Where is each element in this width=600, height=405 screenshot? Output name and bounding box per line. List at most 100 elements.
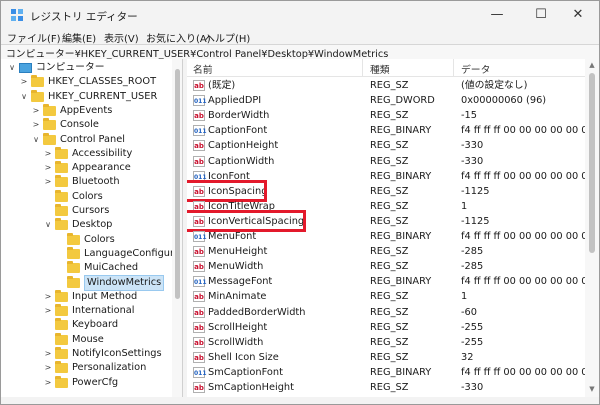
close-button[interactable]: ✕	[557, 1, 599, 29]
expand-chevron-icon[interactable]: >	[19, 75, 29, 89]
folder-icon	[31, 75, 44, 88]
collapse-chevron-icon[interactable]: ∨	[19, 90, 29, 104]
value-row[interactable]: ab MinAnimate REG_SZ 1	[187, 289, 585, 304]
tree-item[interactable]: ∨ HKEY_CURRENT_USER	[1, 89, 172, 104]
tree-item-label: WindowMetrics	[84, 274, 165, 291]
tree-item-label: Desktop	[72, 219, 113, 231]
scroll-down-arrow-icon[interactable]: ▼	[585, 385, 599, 393]
tree-item[interactable]: > Console	[1, 118, 172, 132]
expand-chevron-icon[interactable]: >	[43, 161, 53, 175]
tree-item[interactable]: > HKEY_CLASSES_ROOT	[1, 75, 172, 89]
tree-item[interactable]: > NotifyIconSettings	[1, 347, 172, 361]
collapse-chevron-icon[interactable]: ∨	[31, 133, 41, 147]
value-row[interactable]: ab ScrollWidth REG_SZ -255	[187, 335, 585, 350]
expand-chevron-icon[interactable]: >	[43, 347, 53, 361]
tree-item[interactable]: ∨ Control Panel	[1, 132, 172, 147]
value-data: -60	[461, 306, 478, 318]
tree-scroll-thumb[interactable]	[175, 69, 180, 299]
string-value-icon: ab	[193, 110, 205, 122]
tree-item[interactable]: > Accessibility	[1, 146, 172, 161]
column-header-data[interactable]: データ	[461, 62, 490, 76]
value-row[interactable]: 011 MenuFont REG_BINARY f4 ff ff ff 00 00 0…	[187, 229, 585, 244]
expand-chevron-icon[interactable]: >	[43, 290, 53, 304]
value-row[interactable]: ab MenuWidth REG_SZ -285	[187, 259, 585, 274]
value-row[interactable]: 011 SmCaptionFont REG_BINARY f4 ff ff ff 00…	[187, 365, 585, 380]
tree-item[interactable]: Keyboard	[1, 318, 172, 332]
menu-favorites[interactable]: お気に入り(A)	[146, 30, 211, 45]
string-value-icon: ab	[193, 382, 205, 393]
tree-item[interactable]: ∨ コンピューター	[1, 61, 172, 75]
minimize-button[interactable]: —	[475, 1, 519, 29]
value-name: AppliedDPI	[208, 95, 262, 107]
value-row[interactable]: ab Shell Icon Size REG_SZ 32	[187, 350, 585, 365]
tree-item[interactable]: > AppEvents	[1, 103, 172, 118]
collapse-chevron-icon[interactable]: ∨	[7, 61, 17, 75]
folder-icon	[67, 246, 80, 259]
tree-item[interactable]: > Bluetooth	[1, 175, 172, 189]
title-bar[interactable]: レジストリ エディター — ☐ ✕	[1, 1, 599, 29]
tree-item[interactable]: WindowMetrics	[1, 274, 172, 291]
menu-file[interactable]: ファイル(F)	[7, 30, 61, 45]
value-row[interactable]: ab BorderWidth REG_SZ -15	[187, 108, 585, 123]
expand-chevron-icon[interactable]: >	[43, 147, 53, 161]
tree-item-label: Colors	[72, 190, 103, 202]
tree-item[interactable]: > International	[1, 304, 172, 318]
expand-chevron-icon[interactable]: >	[31, 104, 41, 118]
menu-edit[interactable]: 編集(E)	[62, 30, 96, 45]
address-bar[interactable]: コンピューター¥HKEY_CURRENT_USER¥Control Panel¥…	[1, 44, 599, 60]
string-value-icon: ab	[193, 140, 205, 152]
tree-item[interactable]: Colors	[1, 189, 172, 204]
value-row[interactable]: ab CaptionHeight REG_SZ -330	[187, 138, 585, 153]
value-row[interactable]: 011 MessageFont REG_BINARY f4 ff ff ff 00 0…	[187, 274, 585, 289]
tree-scrollbar[interactable]	[172, 59, 182, 397]
expand-chevron-icon[interactable]: >	[43, 376, 53, 390]
column-header-name[interactable]: 名前	[193, 62, 213, 76]
tree-item[interactable]: Mouse	[1, 332, 172, 347]
value-name: CaptionHeight	[208, 140, 279, 152]
expand-chevron-icon[interactable]: >	[31, 118, 41, 132]
tree-item[interactable]: LanguageConfigura	[1, 246, 180, 261]
tree-item[interactable]: > Input Method	[1, 289, 172, 304]
tree-item[interactable]: MuiCached	[1, 261, 172, 275]
tree-item[interactable]: Colors	[1, 232, 172, 247]
value-type: REG_SZ	[370, 185, 409, 197]
value-data: f4 ff ff ff 00 00 00 00 00 00 0	[461, 125, 585, 137]
value-type: REG_BINARY	[370, 276, 432, 288]
value-row[interactable]: 011 CaptionFont REG_BINARY f4 ff ff ff 00 0…	[187, 123, 585, 138]
scroll-up-arrow-icon[interactable]: ▲	[585, 61, 599, 69]
expand-chevron-icon[interactable]: >	[43, 361, 53, 375]
menu-view[interactable]: 表示(V)	[104, 30, 139, 45]
folder-icon	[43, 118, 56, 131]
tree-item[interactable]: > Personalization	[1, 361, 172, 375]
value-data: -330	[461, 382, 484, 393]
tree-item[interactable]: > PowerCfg	[1, 375, 172, 390]
folder-icon	[55, 289, 68, 302]
column-divider[interactable]	[453, 59, 454, 76]
value-row[interactable]: 011 AppliedDPI REG_DWORD 0x00000060 (96)	[187, 93, 585, 108]
tree-item[interactable]: ∨ Desktop	[1, 218, 172, 232]
collapse-chevron-icon[interactable]: ∨	[43, 218, 53, 232]
value-row[interactable]: ab CaptionWidth REG_SZ -330	[187, 154, 585, 169]
expand-chevron-icon[interactable]: >	[43, 304, 53, 318]
value-name: MinAnimate	[208, 291, 267, 303]
tree-item[interactable]: > Appearance	[1, 161, 172, 175]
menu-help[interactable]: ヘルプ(H)	[205, 30, 250, 45]
tree-item-label: Mouse	[72, 333, 104, 345]
address-path[interactable]: コンピューター¥HKEY_CURRENT_USER¥Control Panel¥…	[6, 46, 388, 60]
expand-chevron-icon[interactable]: >	[43, 175, 53, 189]
folder-icon	[67, 261, 80, 274]
column-header-type[interactable]: 種類	[370, 62, 390, 76]
value-data: (値の設定なし)	[461, 80, 528, 91]
value-row[interactable]: ab PaddedBorderWidth REG_SZ -60	[187, 305, 585, 320]
value-row[interactable]: ab SmCaptionHeight REG_SZ -330	[187, 380, 585, 395]
value-row[interactable]: ab ScrollHeight REG_SZ -255	[187, 320, 585, 335]
value-row[interactable]: ab (既定) REG_SZ (値の設定なし)	[187, 78, 585, 93]
value-row[interactable]: ab MenuHeight REG_SZ -285	[187, 244, 585, 259]
tree-item-label: Console	[60, 119, 99, 131]
list-scroll-thumb[interactable]	[589, 73, 595, 253]
value-type: REG_DWORD	[370, 95, 435, 107]
value-data: f4 ff ff ff 00 00 00 00 00 00 0	[461, 170, 585, 182]
tree-item[interactable]: Cursors	[1, 204, 172, 218]
list-scrollbar[interactable]: ▲ ▼	[585, 59, 599, 397]
column-divider[interactable]	[362, 59, 363, 76]
